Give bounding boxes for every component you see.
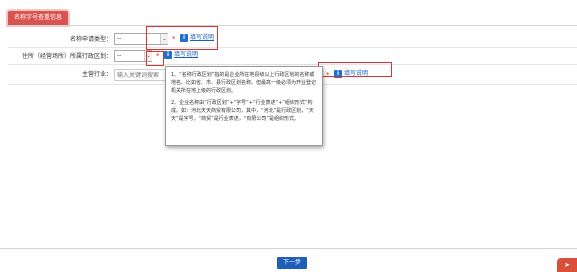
tab-divider	[8, 25, 577, 26]
form-row-admin-division: 住所（经营场所）所属行政区划： -- ⌄ * i 填写说明	[8, 48, 577, 65]
help-link-admin-division[interactable]: 填写说明	[174, 50, 198, 60]
application-type-label: 名称申请类型：	[69, 36, 112, 43]
highlight-box-application-type	[146, 26, 218, 50]
app-logo-icon: ➤	[557, 258, 577, 272]
footer-divider	[0, 248, 577, 249]
tab-name-check-info[interactable]: 名称字号查重信息	[8, 11, 68, 25]
admin-division-label: 住所（经营场所）所属行政区划：	[21, 53, 112, 60]
highlight-box-admin-division	[146, 51, 164, 66]
tooltip-paragraph-2: 2、企业名称由“行政区划”+“字号”+“行业表述”+“组织形式”构成。如：河北天…	[171, 100, 314, 122]
highlight-box-main-industry	[318, 62, 392, 77]
tooltip-paragraph-1: 1、“名称行政区划”指的是企业所在地县级以上行政区划的名称或地名。比如省、市、县…	[171, 72, 317, 94]
help-edit-icon[interactable]: i	[164, 51, 172, 59]
help-tooltip: 1、“名称行政区划”指的是企业所在地县级以上行政区划的名称或地名。比如省、市、县…	[165, 66, 323, 146]
form-row-application-type: 名称申请类型： -- ⌄ * i 填写说明	[8, 31, 577, 48]
main-industry-label: 主营行业：	[81, 71, 112, 78]
next-step-button[interactable]: 下一步	[277, 257, 307, 269]
